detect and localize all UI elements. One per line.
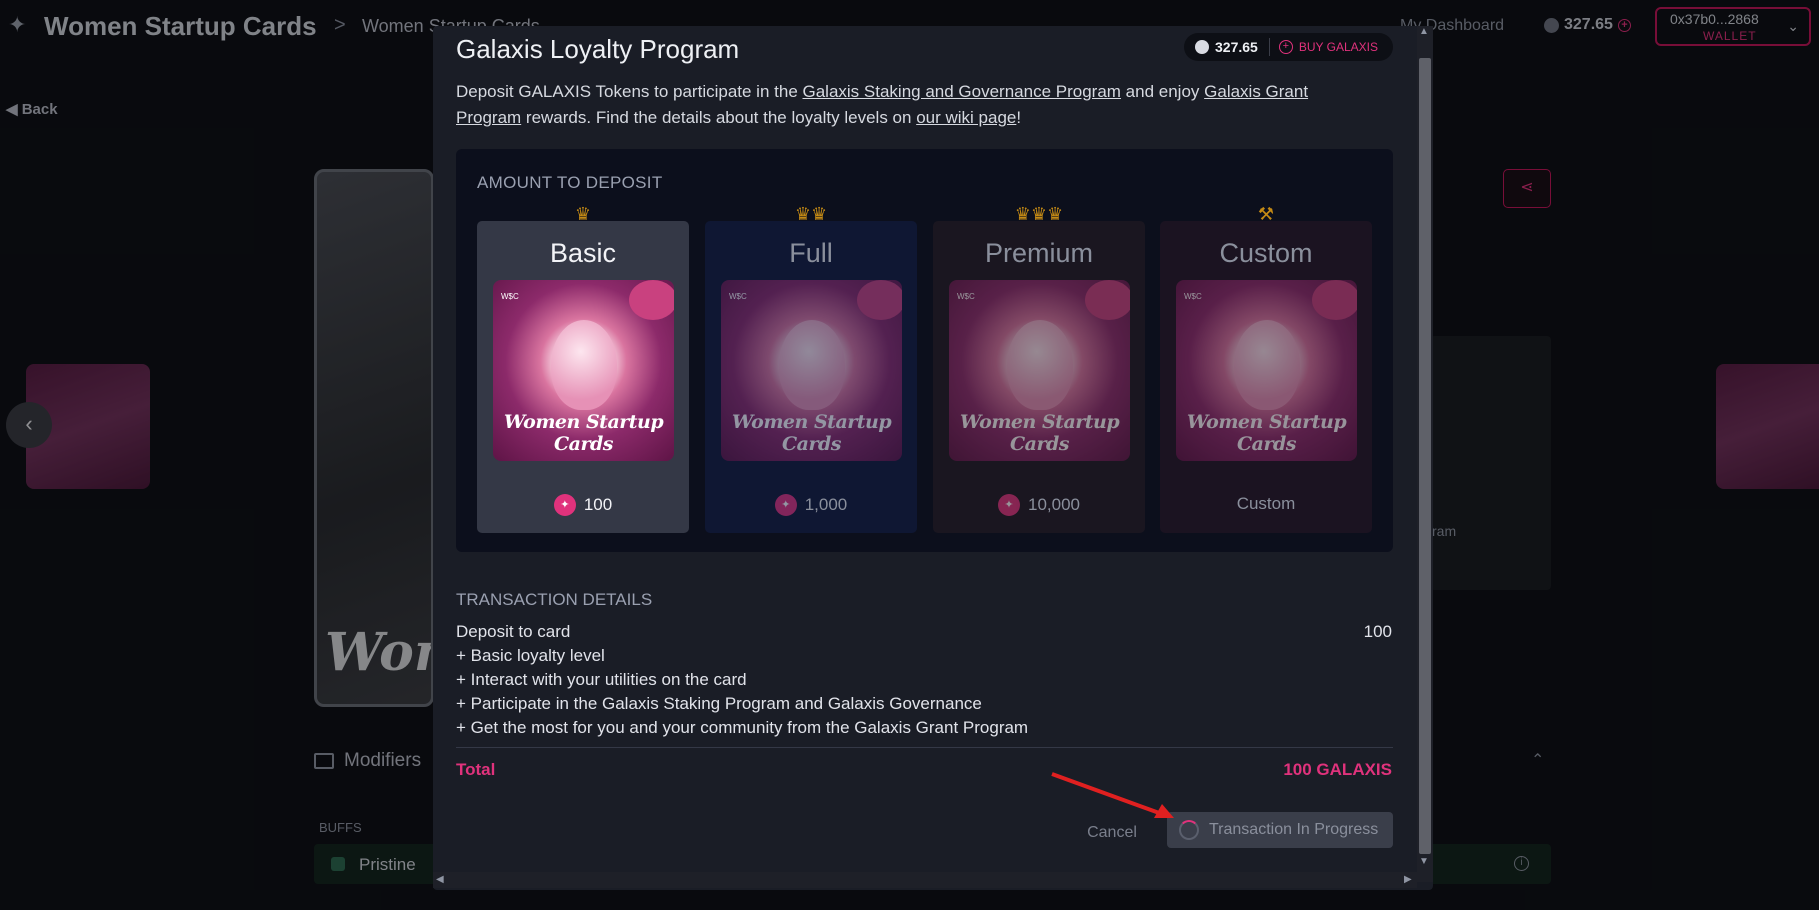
card-badge-icon: W$C — [501, 292, 519, 301]
intro-text-2: and enjoy — [1120, 82, 1205, 101]
loading-spinner-icon — [1179, 820, 1199, 840]
tier-name: Full — [789, 238, 833, 268]
galaxis-coin-icon — [1195, 40, 1209, 54]
scroll-up-arrow-icon[interactable]: ▲ — [1419, 26, 1429, 37]
tier-option-basic[interactable]: ♛ Basic W$C Women Startup Cards ✦ 100 — [477, 204, 689, 533]
scroll-right-arrow-icon[interactable]: ▶ — [1404, 874, 1412, 885]
transaction-details-title: TRANSACTION DETAILS — [456, 590, 653, 609]
galaxis-token-icon: ✦ — [998, 494, 1020, 516]
tx-benefit-line: + Basic loyalty level — [456, 646, 605, 665]
deposit-section-title: AMOUNT TO DEPOSIT — [477, 173, 663, 192]
progress-label: Transaction In Progress — [1209, 821, 1379, 838]
tier-price-value: Custom — [1236, 494, 1296, 513]
total-label: Total — [456, 760, 496, 779]
tier-price: ✦ 10,000 — [933, 494, 1145, 516]
staking-program-link[interactable]: Galaxis Staking and Governance Program — [803, 82, 1121, 101]
horizontal-scrollbar[interactable] — [433, 872, 1417, 888]
card-badge-icon: W$C — [729, 292, 747, 301]
tx-benefit-line: + Get the most for you and your communit… — [456, 718, 1029, 737]
tier-card-caption: Women Startup Cards — [731, 411, 892, 455]
tier-name: Basic — [549, 238, 617, 268]
tier-price-value: 1,000 — [804, 495, 848, 514]
tier-card-caption: Women Startup Cards — [503, 411, 664, 455]
tier-price-value: 10,000 — [1028, 495, 1080, 514]
galaxis-token-icon: ✦ — [553, 494, 576, 516]
plus-circle-icon[interactable]: + — [1278, 40, 1293, 54]
divider — [456, 747, 1393, 748]
galaxis-token-icon: ✦ — [774, 494, 797, 516]
tx-deposit-label: Deposit to card — [456, 622, 571, 641]
buy-galaxis-button[interactable]: BUY GALAXIS — [1299, 40, 1378, 54]
scroll-left-arrow-icon[interactable]: ◀ — [436, 874, 444, 885]
card-badge-icon: W$C — [957, 292, 975, 301]
intro-text-1: Deposit GALAXIS Tokens to participate in… — [456, 82, 803, 101]
tier-name: Premium — [984, 238, 1093, 268]
scroll-down-arrow-icon[interactable]: ▼ — [1419, 856, 1429, 867]
tx-deposit-value: 100 — [1363, 622, 1392, 641]
modal-title: Galaxis Loyalty Program — [456, 34, 740, 64]
double-crown-icon: ♛♛ — [794, 204, 828, 224]
tier-option-premium[interactable]: ♛♛♛ Premium W$C Women Startup Cards ✦ 10… — [933, 204, 1145, 533]
total-value: 100 GALAXIS — [1283, 760, 1392, 779]
triple-crown-icon: ♛♛♛ — [1014, 204, 1064, 224]
tx-benefit-line: + Interact with your utilities on the ca… — [456, 670, 747, 689]
tier-card-image: W$C Women Startup Cards — [1176, 280, 1357, 461]
divider — [1268, 38, 1270, 56]
intro-text-4: ! — [1016, 108, 1022, 127]
tier-name: Custom — [1219, 238, 1313, 268]
tier-price: Custom — [1160, 494, 1372, 514]
crown-icon: ♛ — [574, 204, 592, 224]
tier-card-caption: Women Startup Cards — [1186, 411, 1347, 455]
modal-balance-value: 327.65 — [1215, 39, 1258, 55]
gavel-icon: ⚒ — [1257, 204, 1275, 224]
intro-text-3: rewards. Find the details about the loya… — [521, 108, 917, 127]
tier-card-caption: Women Startup Cards — [959, 411, 1120, 455]
tier-card-image: W$C Women Startup Cards — [949, 280, 1130, 461]
transaction-in-progress-button[interactable]: Transaction In Progress — [1167, 812, 1393, 848]
tier-option-full[interactable]: ♛♛ Full W$C Women Startup Cards ✦ 1,000 — [705, 204, 917, 533]
annotation-arrow-icon — [1051, 772, 1174, 818]
cancel-button[interactable]: Cancel — [1080, 818, 1144, 848]
wiki-page-link[interactable]: our wiki page — [916, 108, 1016, 127]
tier-price-value: 100 — [583, 495, 613, 514]
tx-benefit-line: + Participate in the Galaxis Staking Pro… — [456, 694, 982, 713]
tier-card-image: W$C Women Startup Cards — [721, 280, 902, 461]
tier-price: ✦ 1,000 — [705, 494, 917, 516]
scrollbar-thumb[interactable] — [1419, 58, 1431, 854]
card-badge-icon: W$C — [1184, 292, 1202, 301]
tier-option-custom[interactable]: ⚒ Custom W$C Women Startup Cards Custom — [1160, 204, 1372, 533]
tier-price: ✦ 100 — [477, 494, 689, 516]
balance-pill: 327.65 + BUY GALAXIS — [1184, 33, 1393, 61]
intro-text: Deposit GALAXIS Tokens to participate in… — [456, 79, 1366, 131]
tier-card-image: W$C Women Startup Cards — [493, 280, 674, 461]
